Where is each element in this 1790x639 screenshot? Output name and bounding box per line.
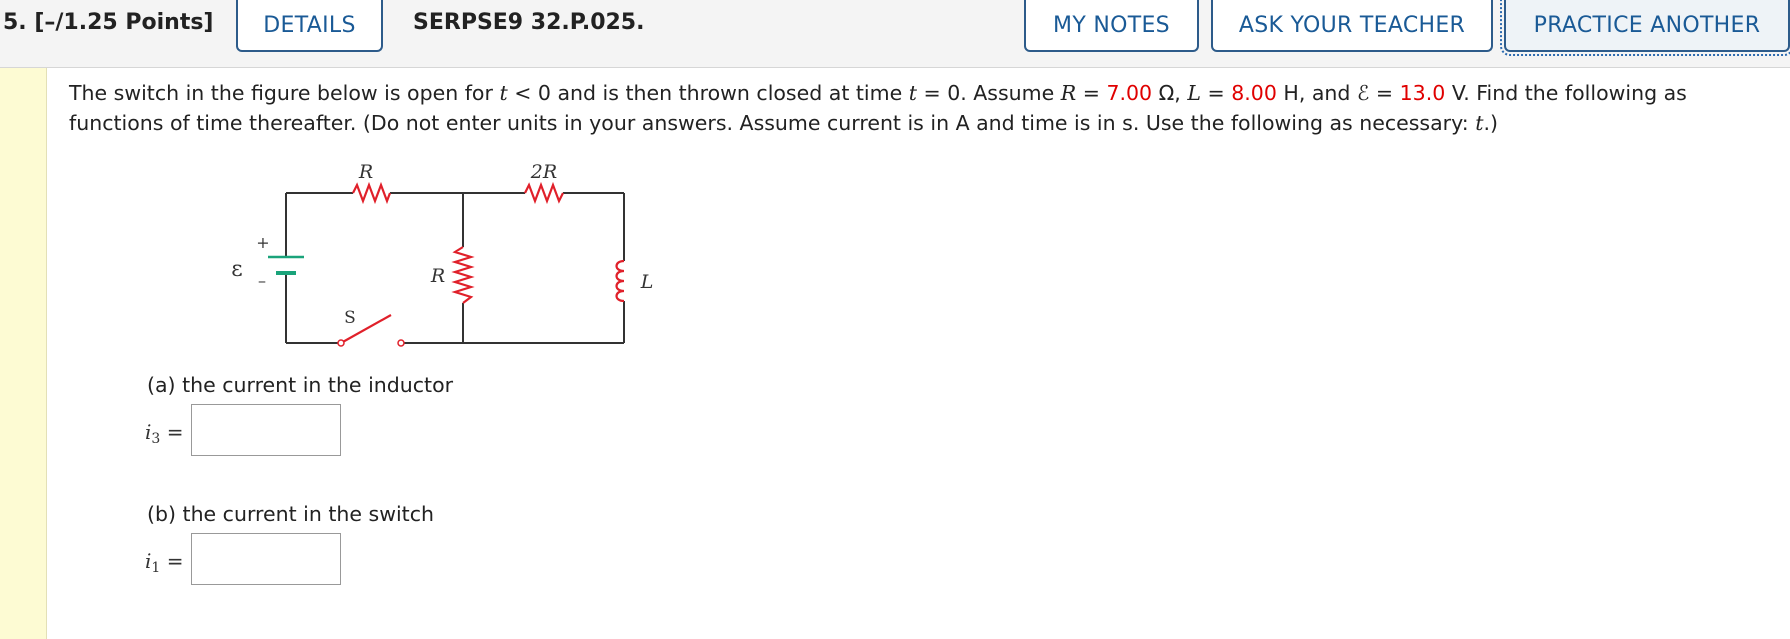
question-header: 5. [–/1.25 Points] DETAILS SERPSE9 32.P.…: [0, 0, 1790, 68]
question-number: 5.: [3, 10, 27, 35]
part-b-label: (b) the current in the switch: [147, 502, 434, 526]
points-label: [–/1.25 Points]: [34, 10, 214, 35]
question-text: The switch in the figure below is open f…: [69, 81, 1687, 135]
label-minus: –: [258, 271, 266, 290]
resistor-R-top: [352, 181, 392, 205]
label-R-top: R: [358, 161, 373, 183]
answer-input-b[interactable]: [191, 533, 341, 585]
part-a-variable: i3 =: [145, 420, 184, 447]
label-2R: 2R: [530, 161, 557, 183]
given-R-value: 7.00: [1106, 81, 1153, 105]
given-L-value: 8.00: [1231, 81, 1277, 105]
circuit-figure: R 2R R L ε + – S: [220, 155, 660, 350]
problem-code: SERPSE9 32.P.025.: [413, 10, 645, 35]
label-L: L: [640, 271, 654, 293]
ask-teacher-button[interactable]: ASK YOUR TEACHER: [1211, 0, 1493, 52]
resistor-R-middle: [451, 246, 475, 304]
answer-input-a[interactable]: [191, 404, 341, 456]
label-R-middle: R: [430, 265, 445, 287]
label-switch: S: [344, 308, 356, 328]
question-points: 5. [–/1.25 Points]: [3, 10, 213, 35]
label-plus: +: [256, 233, 269, 252]
part-a-label: (a) the current in the inductor: [147, 373, 454, 397]
resistor-2R: [524, 181, 564, 205]
label-emf: ε: [231, 257, 242, 282]
emf-symbol: ℰ: [1356, 81, 1370, 105]
circuit-diagram: R 2R R L ε + – S: [231, 161, 654, 347]
given-emf-value: 13.0: [1399, 81, 1446, 105]
practice-another-button[interactable]: PRACTICE ANOTHER: [1500, 0, 1790, 56]
details-button[interactable]: DETAILS: [236, 0, 383, 52]
part-b-variable: i1 =: [145, 549, 184, 576]
question-sidebar: [0, 68, 47, 639]
my-notes-button[interactable]: MY NOTES: [1024, 0, 1199, 52]
battery-emf: [268, 255, 304, 275]
inductor-L: [615, 259, 625, 303]
